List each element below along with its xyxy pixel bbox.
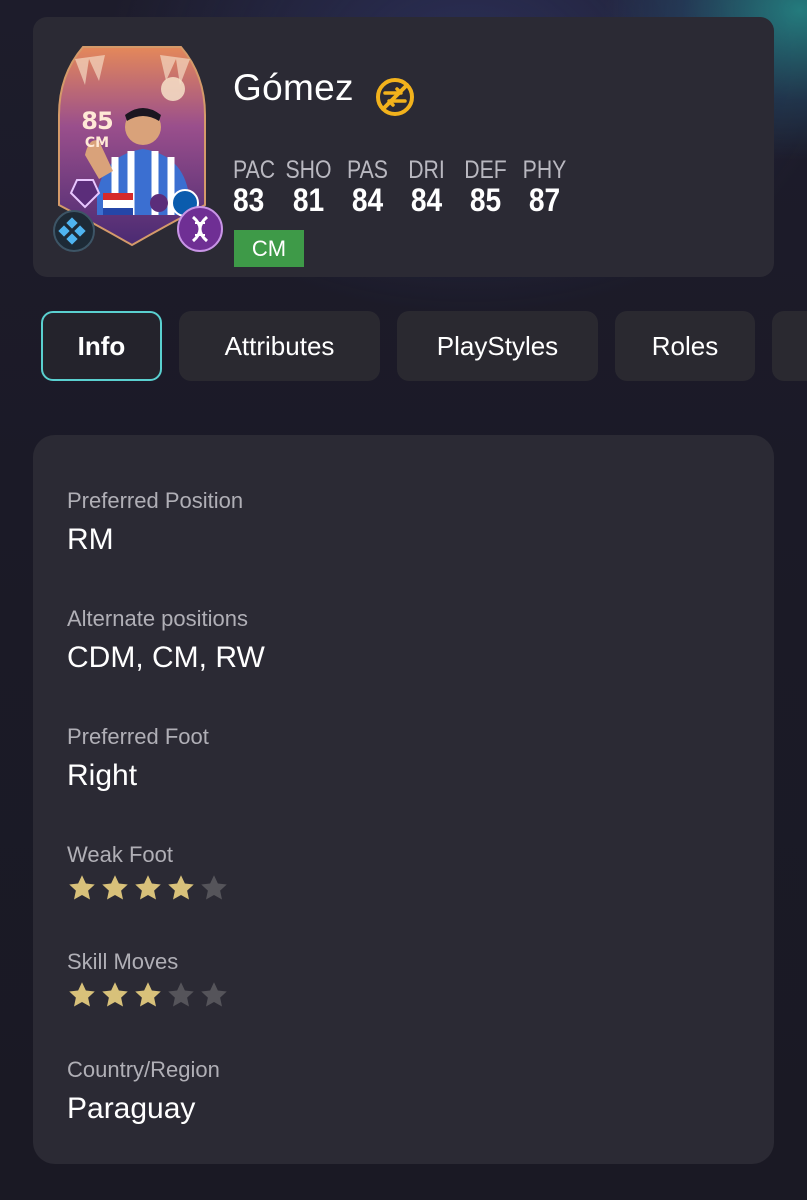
star-filled-icon [67,980,100,1010]
alternate-positions-value: CDM, CM, RW [67,641,265,674]
evolution-badge-icon [53,210,95,252]
preferred-position-value: RM [67,523,114,556]
tab-playstyles[interactable]: PlayStyles [397,311,598,381]
skill-moves-field: Skill Moves [67,949,232,1010]
player-name: Gómez [233,67,354,108]
country-value: Paraguay [67,1092,196,1125]
stat-label: DRI [408,156,445,184]
position-badge: CM [234,230,304,267]
alternate-positions-field: Alternate positions CDM, CM, RW [67,606,265,676]
skill-moves-label: Skill Moves [67,949,179,974]
player-header-card: 85 CM Gómez PAC 83 SHO 81 PAS 84 DRI 84 … [33,17,774,277]
card-rating: 85 [81,107,113,135]
star-filled-icon [100,873,133,903]
card-position: CM [84,135,110,151]
stat-label: PAS [347,156,388,184]
stat-pas: PAS 84 [338,157,397,217]
stat-sho: SHO 81 [279,157,338,217]
stat-phy: PHY 87 [515,157,574,217]
weak-foot-field: Weak Foot [67,842,232,903]
untradeable-icon [376,78,414,116]
stat-label: PHY [522,156,567,184]
stat-value: 84 [410,182,443,218]
tab-more-offscreen[interactable] [772,311,807,381]
skill-moves-rating [67,980,232,1010]
preferred-foot-field: Preferred Foot Right [67,724,209,794]
stat-value: 87 [528,182,561,218]
tab-roles[interactable]: Roles [615,311,755,381]
star-filled-icon [67,873,100,903]
stat-pac: PAC 83 [233,157,279,217]
preferred-position-field: Preferred Position RM [67,488,243,558]
stat-value: 83 [233,182,265,218]
weak-foot-rating [67,873,232,903]
star-empty-icon [199,873,232,903]
stat-label: SHO [285,156,332,184]
preferred-foot-label: Preferred Foot [67,724,209,749]
stat-value: 81 [292,182,325,218]
player-card-image: 85 CM [53,45,223,252]
star-empty-icon [199,980,232,1010]
star-filled-icon [133,980,166,1010]
country-label: Country/Region [67,1057,220,1082]
star-filled-icon [166,873,199,903]
dna-chemistry-icon [177,206,223,252]
stat-def: DEF 85 [456,157,515,217]
info-panel: Preferred Position RM Alternate position… [33,435,774,1164]
tab-info[interactable]: Info [41,311,162,381]
stat-label: PAC [233,156,276,184]
preferred-position-label: Preferred Position [67,488,244,513]
preferred-foot-value: Right [67,759,138,792]
star-filled-icon [133,873,166,903]
stat-value: 85 [469,182,502,218]
player-stats: PAC 83 SHO 81 PAS 84 DRI 84 DEF 85 PHY 8… [233,157,574,217]
stat-value: 84 [351,182,384,218]
tab-bar: Info Attributes PlayStyles Roles [0,311,807,381]
tab-attributes[interactable]: Attributes [179,311,380,381]
weak-foot-label: Weak Foot [67,842,173,867]
stat-dri: DRI 84 [397,157,456,217]
star-empty-icon [166,980,199,1010]
country-field: Country/Region Paraguay [67,1057,220,1127]
star-filled-icon [100,980,133,1010]
alternate-positions-label: Alternate positions [67,606,248,631]
stat-label: DEF [464,156,507,184]
